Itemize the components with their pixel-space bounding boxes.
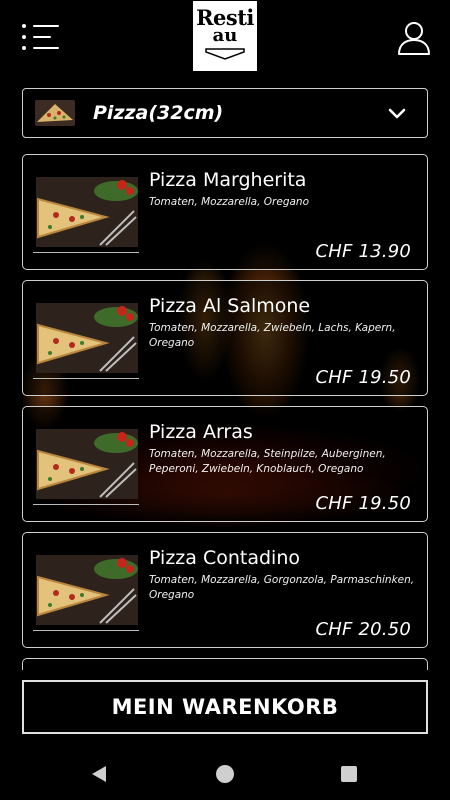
- product-name: Pizza Al Salmone: [149, 295, 311, 317]
- pizza-image: [36, 555, 138, 625]
- restaurant-logo[interactable]: Resti au: [193, 1, 257, 71]
- product-name: Pizza Margherita: [149, 169, 307, 191]
- product-description: Tomaten, Mozzarella, Zwiebeln, Lachs, Ka…: [149, 322, 396, 349]
- cart-button-label: MEIN WARENKORB: [111, 695, 339, 719]
- product-price: CHF 20.50: [315, 619, 411, 640]
- product-name: Pizza Contadino: [149, 547, 300, 569]
- pizza-image: [36, 429, 138, 499]
- system-nav-bar: [0, 748, 450, 800]
- product-price: CHF 19.50: [315, 367, 411, 388]
- product-card-partial[interactable]: [22, 658, 428, 670]
- product-card[interactable]: Pizza Margherita Tomaten, Mozzarella, Or…: [22, 154, 428, 270]
- cart-button[interactable]: MEIN WARENKORB: [22, 680, 428, 734]
- category-dropdown[interactable]: Pizza(32cm): [22, 88, 428, 138]
- product-card[interactable]: Pizza Arras Tomaten, Mozzarella, Steinpi…: [22, 406, 428, 522]
- pizza-image: [36, 303, 138, 373]
- divider: [33, 378, 139, 379]
- product-price: CHF 13.90: [315, 241, 411, 262]
- recent-apps-icon[interactable]: [341, 766, 357, 782]
- product-name: Pizza Arras: [149, 421, 253, 443]
- product-price: CHF 19.50: [315, 493, 411, 514]
- user-icon[interactable]: [396, 20, 432, 56]
- divider: [33, 630, 139, 631]
- pizza-image: [36, 177, 138, 247]
- back-icon[interactable]: [90, 765, 108, 783]
- product-card[interactable]: Pizza Al Salmone Tomaten, Mozzarella, Zw…: [22, 280, 428, 396]
- hamburger-list-icon[interactable]: [22, 24, 60, 52]
- chevron-down-icon[interactable]: [387, 103, 407, 123]
- pizza-thumbnail-icon: [35, 100, 75, 126]
- home-icon[interactable]: [216, 765, 234, 783]
- product-description: Tomaten, Mozzarella, Oregano: [149, 196, 309, 208]
- logo-emblem-icon: [205, 48, 245, 60]
- product-card[interactable]: Pizza Contadino Tomaten, Mozzarella, Gor…: [22, 532, 428, 648]
- app-header: Resti au: [0, 0, 450, 78]
- category-label: Pizza(32cm): [93, 102, 224, 124]
- divider: [33, 504, 139, 505]
- product-description: Tomaten, Mozzarella, Gorgonzola, Parmasc…: [149, 574, 415, 601]
- logo-text-line2: au: [212, 25, 238, 46]
- divider: [33, 252, 139, 253]
- product-description: Tomaten, Mozzarella, Steinpilze, Aubergi…: [149, 448, 386, 475]
